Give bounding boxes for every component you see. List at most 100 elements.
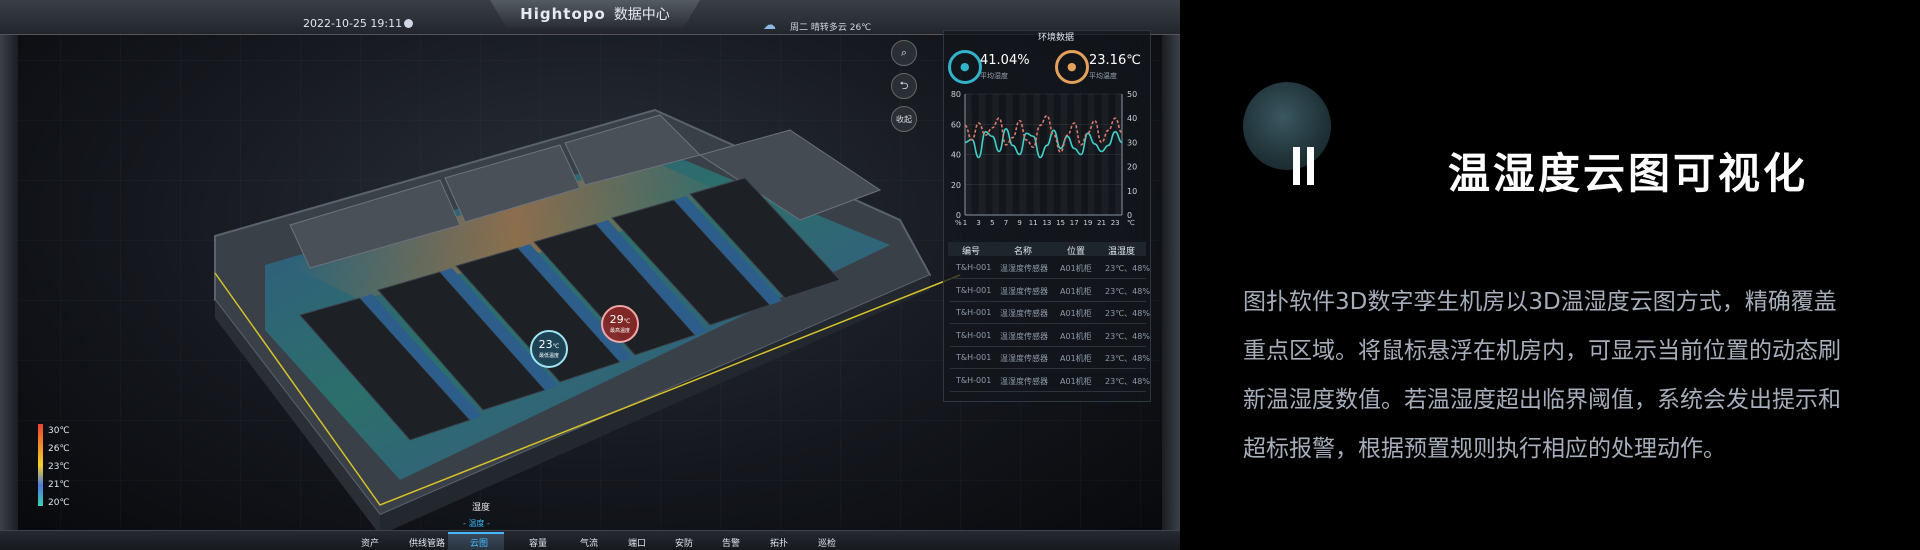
table-cell: 23℃、48% xyxy=(1105,286,1150,296)
y-left-tick: 80 xyxy=(951,90,961,99)
y-right-tick: 20 xyxy=(1127,163,1137,172)
table-cell: T&H-001 xyxy=(956,330,992,340)
nav-ports[interactable]: 端口 xyxy=(628,536,646,549)
cloud-icon: ☁ xyxy=(763,18,776,33)
table-row-divider xyxy=(950,368,1146,369)
x-tick: 17 xyxy=(1070,219,1079,227)
col-name: 名称 xyxy=(1014,247,1033,257)
col-location: 位置 xyxy=(1067,247,1086,257)
y-right-tick: 30 xyxy=(1127,138,1137,147)
datetime: 2022-10-25 19:11 xyxy=(303,17,403,30)
x-tick: 9 xyxy=(1017,219,1021,227)
description-line: 新温湿度数值。若温湿度超出临界阈值，系统会发出提示和 xyxy=(1243,387,1841,413)
x-tick: 19 xyxy=(1083,219,1092,227)
thermometer-icon: ● xyxy=(1067,60,1077,73)
min-temp-marker[interactable]: 23℃ 最低温度 xyxy=(530,330,568,368)
brand-en: Hightopo xyxy=(520,5,606,23)
search-icon: ⌕ xyxy=(900,46,908,59)
y-left-tick: 40 xyxy=(951,151,961,160)
mode-temperature[interactable]: - 温度 - xyxy=(463,518,490,529)
y-right-tick: 10 xyxy=(1127,187,1137,196)
search-button[interactable]: ⌕ xyxy=(891,40,917,66)
section-marker-icon xyxy=(1293,147,1321,187)
brand-cn: 数据中心 xyxy=(613,7,670,23)
nav-airflow[interactable]: 气流 xyxy=(580,536,598,549)
nav-alarms[interactable]: 告警 xyxy=(722,536,740,549)
temperature-gauge: ● xyxy=(1055,50,1089,84)
table-cell: 23℃、48% xyxy=(1105,376,1150,386)
table-cell: 23℃、48% xyxy=(1105,309,1150,318)
nav-topology[interactable]: 拓扑 xyxy=(770,536,788,549)
back-button[interactable]: ⮌ xyxy=(891,73,917,99)
table-row-divider xyxy=(950,390,1146,392)
x-unit: ℃ xyxy=(1127,219,1135,227)
legend-item: 21℃ xyxy=(48,480,70,490)
table-cell: A01机柜 xyxy=(1060,376,1092,386)
clock-icon xyxy=(404,19,413,28)
x-tick: 1 xyxy=(963,219,967,227)
temperature-value: 23.16℃ xyxy=(1089,53,1141,68)
description-line: 重点区域。将鼠标悬浮在机房内，可显示当前位置的动态刷 xyxy=(1243,338,1841,364)
legend-item: 26℃ xyxy=(48,444,70,454)
panel-title: 环境数据 xyxy=(1038,33,1075,43)
temperature-label: 平均温度 xyxy=(1089,72,1117,80)
table-cell: A01机柜 xyxy=(1060,264,1092,273)
table-row-divider xyxy=(950,300,1146,302)
legend-item: 23℃ xyxy=(48,462,70,472)
table-row-divider xyxy=(950,345,1146,347)
nav-capacity[interactable]: 容量 xyxy=(529,536,547,549)
table-cell: T&H-001 xyxy=(956,308,992,317)
max-temp-marker[interactable]: 29℃ 最高温度 xyxy=(601,305,639,343)
nav-pipelines[interactable]: 供线管路 xyxy=(409,536,445,549)
weather-text: 周二 晴转多云 26℃ xyxy=(790,23,872,33)
nav-assets[interactable]: 资产 xyxy=(361,536,379,549)
nav-security[interactable]: 安防 xyxy=(675,536,693,549)
x-tick: 11 xyxy=(1029,219,1038,227)
max-temp-label: 最高温度 xyxy=(609,328,630,334)
x-tick: 3 xyxy=(976,219,980,227)
y-right-tick: 40 xyxy=(1127,114,1137,123)
droplet-icon: ● xyxy=(960,60,970,73)
min-temp-value: 23 xyxy=(538,338,553,351)
table-row-divider xyxy=(950,323,1146,324)
table-cell: 温湿度传感器 xyxy=(1000,376,1048,386)
legend-item: 30℃ xyxy=(48,426,70,436)
collapse-button[interactable]: 收起 xyxy=(891,106,917,132)
table-row-divider xyxy=(950,278,1146,279)
x-tick: 15 xyxy=(1056,219,1065,227)
nav-inspection[interactable]: 巡检 xyxy=(818,536,836,549)
y-left-unit: % xyxy=(955,219,962,227)
x-tick: 23 xyxy=(1111,219,1120,227)
legend-item: 20℃ xyxy=(48,498,70,508)
x-tick: 21 xyxy=(1097,219,1106,227)
description-line: 超标报警，根据预置规则执行相应的处理动作。 xyxy=(1243,436,1726,462)
nav-cloud-map[interactable]: 云图 xyxy=(470,536,488,549)
x-tick: 13 xyxy=(1042,219,1051,227)
col-temp-humidity: 温湿度 xyxy=(1108,247,1136,257)
max-temp-unit: ℃ xyxy=(623,318,631,325)
y-right-tick: 50 xyxy=(1127,90,1137,99)
table-cell: 温湿度传感器 xyxy=(1000,354,1048,363)
table-cell: 23℃、48% xyxy=(1105,264,1150,273)
table-cell: T&H-001 xyxy=(956,375,992,385)
back-icon: ⮌ xyxy=(899,78,909,92)
x-tick: 5 xyxy=(990,219,994,227)
collapse-label: 收起 xyxy=(896,114,912,124)
frame-right xyxy=(1162,0,1180,550)
mode-humidity[interactable]: 湿度 xyxy=(472,500,490,513)
humidity-value: 41.04% xyxy=(980,53,1030,68)
col-id: 编号 xyxy=(962,247,981,257)
dashboard-screenshot: Hightopo 数据中心 2022-10-25 19:11 ☁ 周二 晴转多云… xyxy=(0,0,1180,550)
table-cell: A01机柜 xyxy=(1060,309,1092,318)
feature-description: 图扑软件3D数字孪生机房以3D温湿度云图方式，精确覆盖 重点区域。将鼠标悬浮在机… xyxy=(1243,278,1920,474)
env-line-chart: 020406080010203040501 3 5 7 9 11 13 15 17 19 21 23%… xyxy=(951,90,1137,227)
table-cell: 温湿度传感器 xyxy=(1000,331,1048,341)
y-left-tick: 20 xyxy=(951,181,961,190)
table-cell: 温湿度传感器 xyxy=(1000,264,1048,273)
table-cell: A01机柜 xyxy=(1060,331,1092,341)
table-cell: A01机柜 xyxy=(1060,354,1092,363)
temperature-legend-bar xyxy=(38,424,43,506)
min-temp-unit: ℃ xyxy=(552,343,560,350)
table-cell: A01机柜 xyxy=(1060,286,1092,296)
humidity-label: 平均湿度 xyxy=(980,72,1008,80)
